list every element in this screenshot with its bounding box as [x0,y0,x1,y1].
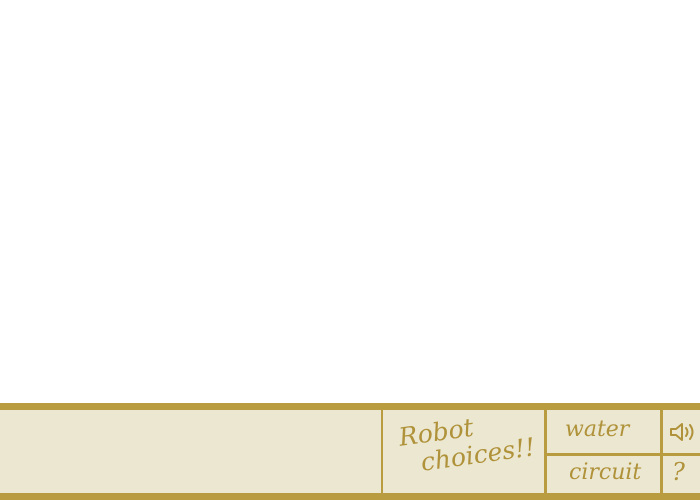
empty-panel [0,410,381,493]
game-stage: Robot choices!! water circuit ? [0,0,700,500]
sound-button[interactable] [664,410,700,453]
water-button[interactable]: water [548,410,660,453]
help-button[interactable]: ? [664,456,700,493]
robot-choices-button[interactable]: Robot choices!! [383,410,544,493]
divider [660,410,663,493]
circuit-button[interactable]: circuit [548,456,660,493]
bottom-toolbar: Robot choices!! water circuit ? [0,403,700,500]
circuit-label: circuit [569,460,642,485]
help-label: ? [672,458,685,486]
play-area[interactable] [0,0,700,403]
divider [544,410,547,493]
water-label: water [565,417,630,442]
speaker-icon [670,423,694,441]
